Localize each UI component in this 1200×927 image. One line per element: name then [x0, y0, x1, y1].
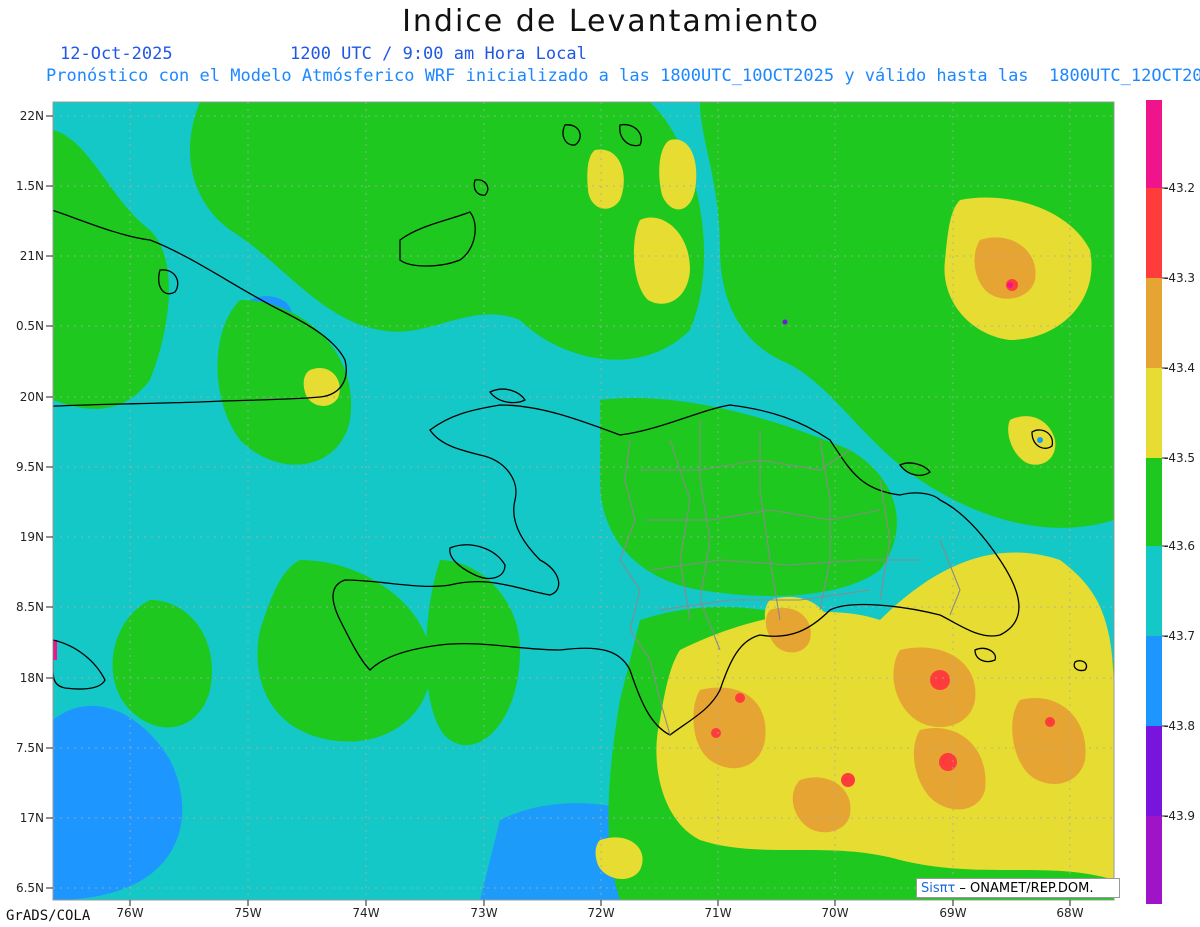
- lifted-index-map: [46, 100, 1168, 906]
- lat-label: 8.5N: [15, 600, 44, 614]
- field-layer: [53, 102, 1114, 900]
- colorbar-swatch-0: [1146, 100, 1162, 188]
- lon-label: 71W: [704, 906, 732, 920]
- credit-box: Sisπτ – ONAMET/REP.DOM.: [916, 878, 1120, 898]
- lat-label: 17N: [19, 811, 44, 825]
- field-purple-dot: [782, 319, 788, 325]
- colorbar-swatch-1: [1146, 188, 1162, 278]
- colorbar-swatch-5: [1146, 546, 1162, 636]
- colorbar-swatch-6: [1146, 636, 1162, 726]
- field-magenta-1: [1007, 282, 1013, 288]
- colorbar-swatch-2: [1146, 278, 1162, 368]
- sispt-logo: Sisπτ: [921, 881, 956, 896]
- field-yellow-n2: [659, 139, 697, 210]
- colorbar-swatch-3: [1146, 368, 1162, 458]
- field-red-3: [841, 773, 855, 787]
- colorbar-label: -43.3: [1164, 271, 1196, 285]
- field-blue-dot: [1037, 437, 1043, 443]
- lat-label: 1.5N: [15, 179, 44, 193]
- lat-label: 21N: [19, 249, 44, 263]
- lon-label: 69W: [939, 906, 967, 920]
- lon-label: 75W: [234, 906, 262, 920]
- lat-label: 7.5N: [15, 741, 44, 755]
- lon-label: 72W: [587, 906, 615, 920]
- field-red-5: [735, 693, 745, 703]
- colorbar-label: -43.6: [1164, 539, 1196, 553]
- colorbar-label: -43.7: [1164, 629, 1196, 643]
- field-red-1: [930, 670, 950, 690]
- colorbar-label: -43.9: [1164, 809, 1196, 823]
- lat-label: 6.5N: [15, 881, 44, 895]
- lon-label: 68W: [1056, 906, 1084, 920]
- lat-label: 20N: [19, 390, 44, 404]
- lat-label: 19N: [19, 530, 44, 544]
- field-red-7: [1045, 717, 1055, 727]
- lon-label: 73W: [470, 906, 498, 920]
- field-red-6: [711, 728, 721, 738]
- colorbar-swatch-4: [1146, 458, 1162, 546]
- colorbar-swatch-8: [1146, 816, 1162, 904]
- field-red-2: [939, 753, 957, 771]
- lon-label: 74W: [352, 906, 380, 920]
- lat-label: 22N: [19, 109, 44, 123]
- lon-label: 70W: [821, 906, 849, 920]
- lat-label: 9.5N: [15, 460, 44, 474]
- colorbar-label: -43.2: [1164, 181, 1196, 195]
- lat-label: 18N: [19, 671, 44, 685]
- colorbar: [1146, 100, 1168, 904]
- colorbar-label: -43.5: [1164, 451, 1196, 465]
- colorbar-swatch-7: [1146, 726, 1162, 816]
- lon-label: 76W: [116, 906, 144, 920]
- colorbar-label: -43.4: [1164, 361, 1196, 375]
- software-credit: GrADS/COLA: [6, 908, 91, 924]
- lat-ticks: [46, 115, 53, 889]
- colorbar-label: -43.8: [1164, 719, 1196, 733]
- lat-label: 0.5N: [15, 319, 44, 333]
- credit-text: – ONAMET/REP.DOM.: [955, 881, 1094, 896]
